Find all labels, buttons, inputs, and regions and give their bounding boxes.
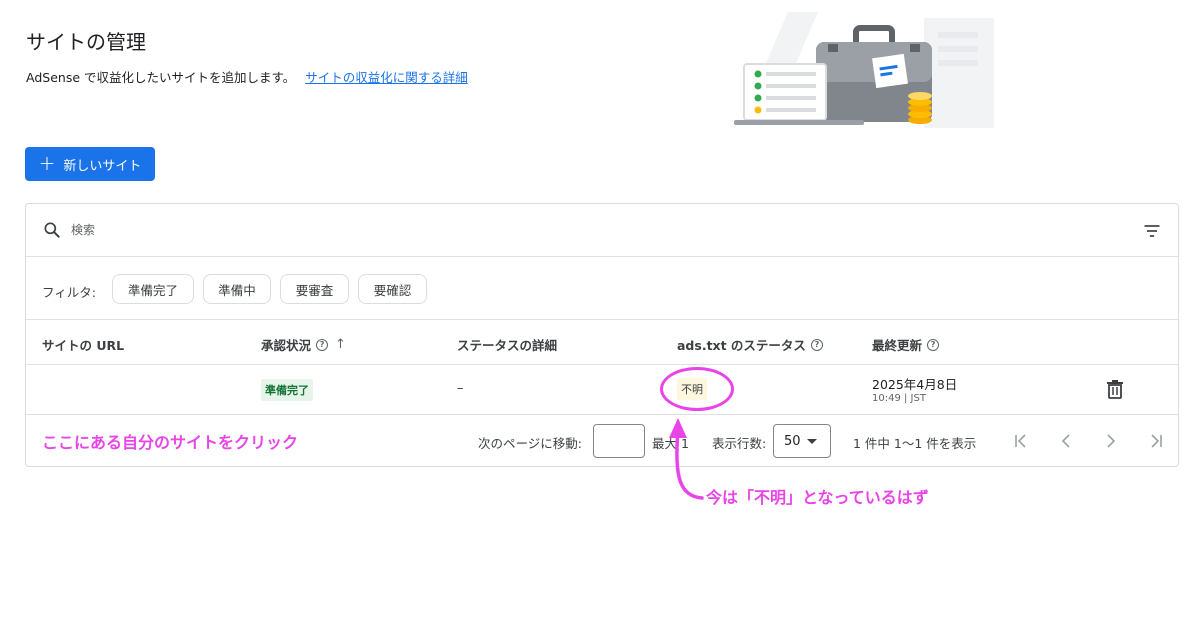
status-detail-cell: – <box>457 381 464 396</box>
page-description: AdSense で収益化したいサイトを追加します。 サイトの収益化に関する詳細 <box>26 67 468 86</box>
column-last-updated[interactable]: 最終更新 ? <box>872 335 940 354</box>
chevron-right-icon <box>1107 434 1116 448</box>
new-site-label: 新しいサイト <box>63 158 142 174</box>
updated-time: 10:49 | JST <box>872 393 926 404</box>
annotation-circle <box>660 367 734 411</box>
help-icon[interactable]: ? <box>927 338 940 351</box>
status-hint-annotation: 今は「不明」となっているはず <box>706 488 929 507</box>
column-label: 最終更新 <box>872 338 923 353</box>
column-approval-status[interactable]: 承認状況 ? ↑ <box>261 335 346 354</box>
goto-page-label: 次のページに移動: <box>478 436 582 451</box>
click-hint-annotation: ここにある自分のサイトをクリック <box>42 433 299 452</box>
filter-chip-preparing[interactable]: 準備中 <box>203 274 271 304</box>
filter-bar: フィルタ: 準備完了 準備中 要審査 要確認 <box>26 257 1178 320</box>
trash-icon[interactable] <box>1106 379 1124 399</box>
rows-per-page-label: 表示行数: <box>712 436 767 451</box>
rows-per-page-select[interactable]: 50 <box>773 424 831 458</box>
table-row[interactable]: 準備完了 – 不明 2025年4月8日 10:49 | JST <box>26 365 1178 415</box>
pagination-bar: ここにある自分のサイトをクリック 次のページに移動: 最大 1 表示行数: 50… <box>26 415 1178 467</box>
first-page-icon <box>1015 434 1026 448</box>
page-title: サイトの管理 <box>26 30 146 54</box>
filter-chip-ready[interactable]: 準備完了 <box>112 274 194 304</box>
next-page-button[interactable] <box>1099 429 1123 453</box>
chevron-left-icon <box>1061 434 1070 448</box>
caret-down-icon <box>806 438 817 444</box>
column-label: 承認状況 <box>261 338 312 353</box>
status-badge: 準備完了 <box>261 379 313 401</box>
column-label: ステータスの詳細 <box>457 338 558 353</box>
filter-chip-needs-review[interactable]: 要審査 <box>280 274 349 304</box>
monetization-help-link[interactable]: サイトの収益化に関する詳細 <box>305 70 468 85</box>
search-bar <box>26 204 1178 257</box>
sort-arrow-up-icon: ↑ <box>335 337 346 352</box>
column-ads-txt-status[interactable]: ads.txt のステータス ? <box>677 335 823 354</box>
last-page-icon <box>1151 434 1162 448</box>
goto-page-input[interactable] <box>593 424 645 458</box>
filter-label: フィルタ: <box>42 285 96 300</box>
updated-date: 2025年4月8日 <box>872 377 958 392</box>
help-icon[interactable]: ? <box>316 338 329 351</box>
column-label: ads.txt のステータス <box>677 338 806 353</box>
briefcase-illustration <box>734 12 994 128</box>
new-site-button[interactable]: + 新しいサイト <box>25 147 155 181</box>
rows-per-page-value: 50 <box>784 433 801 449</box>
table-header: サイトの URL 承認状況 ? ↑ ステータスの詳細 ads.txt のステータ… <box>26 320 1178 365</box>
plus-icon: + <box>38 151 56 175</box>
sites-table-card: フィルタ: 準備完了 準備中 要審査 要確認 サイトの URL 承認状況 ? ↑… <box>25 203 1179 467</box>
column-label: サイトの URL <box>42 338 125 353</box>
prev-page-button[interactable] <box>1054 429 1078 453</box>
last-page-button[interactable] <box>1144 429 1168 453</box>
filter-list-icon[interactable] <box>1142 221 1162 241</box>
help-icon[interactable]: ? <box>810 338 823 351</box>
search-icon <box>44 222 60 238</box>
result-count-label: 1 件中 1〜1 件を表示 <box>853 436 977 451</box>
first-page-button[interactable] <box>1009 429 1033 453</box>
filter-chip-needs-check[interactable]: 要確認 <box>358 274 427 304</box>
description-text: AdSense で収益化したいサイトを追加します。 <box>26 70 296 85</box>
column-status-detail: ステータスの詳細 <box>457 335 557 354</box>
column-site-url[interactable]: サイトの URL <box>42 335 124 354</box>
search-input[interactable] <box>71 218 671 242</box>
